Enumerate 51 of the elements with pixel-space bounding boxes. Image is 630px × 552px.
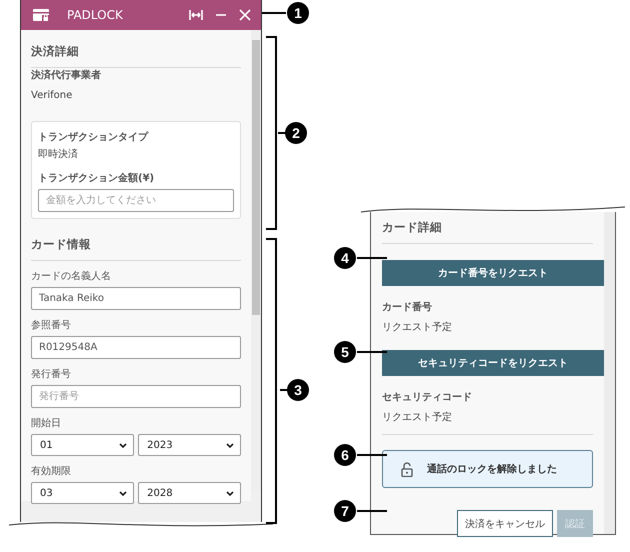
- caret-icon: [119, 442, 128, 448]
- field-label: カード番号: [382, 300, 433, 314]
- caret-icon: [119, 490, 128, 496]
- leader-line: [357, 454, 387, 456]
- section-heading: カード情報: [31, 236, 92, 253]
- leader-line: [357, 510, 387, 512]
- field-label: トランザクションタイプ: [38, 130, 150, 144]
- provider-value: Verifone: [31, 90, 74, 101]
- field-label: 有効期限: [31, 464, 72, 478]
- transaction-type-value: 即時決済: [38, 148, 79, 161]
- amount-field[interactable]: 金額を入力してください: [38, 189, 234, 212]
- wallet-lock-icon: [33, 9, 49, 21]
- leader-line: [357, 351, 387, 353]
- callout-number: 1: [287, 2, 309, 24]
- window-title: PADLOCK: [67, 8, 123, 22]
- caret-icon: [226, 442, 234, 448]
- leader-line: [262, 12, 286, 14]
- status-value: リクエスト予定: [382, 410, 453, 424]
- year-select[interactable]: 2028: [138, 482, 242, 504]
- month-select[interactable]: 01: [31, 434, 134, 456]
- callout-number: 2: [285, 122, 307, 144]
- action-button[interactable]: 決済をキャンセル: [457, 510, 553, 537]
- unlocked-padlock-icon: [401, 462, 413, 476]
- section-heading: カード詳細: [382, 219, 443, 236]
- callout-number: 7: [334, 500, 356, 522]
- expand-width-icon[interactable]: [189, 9, 203, 21]
- callout-number: 6: [334, 444, 356, 466]
- callout-number: 3: [287, 379, 309, 401]
- scrollbar-thumb[interactable]: [252, 40, 260, 315]
- text-field[interactable]: Tanaka Reiko: [31, 287, 242, 310]
- year-select[interactable]: 2023: [138, 434, 242, 456]
- close-icon[interactable]: [239, 9, 251, 21]
- leader-line: [357, 257, 387, 259]
- callout-number: 4: [334, 247, 356, 269]
- section-heading: 決済詳細: [31, 43, 80, 60]
- month-select[interactable]: 03: [31, 482, 134, 504]
- field-label: カードの名義人名: [31, 270, 112, 283]
- text-field[interactable]: R0129548A: [31, 336, 242, 359]
- request-button[interactable]: カード番号をリクエスト: [382, 260, 604, 286]
- text-field[interactable]: 発行番号: [31, 385, 242, 408]
- field-label: 参照番号: [31, 318, 72, 332]
- field-label: 開始日: [31, 417, 62, 430]
- status-value: リクエスト予定: [382, 320, 453, 334]
- field-label: セキュリティコード: [382, 391, 473, 404]
- callout-number: 5: [334, 341, 356, 363]
- field-label: 発行番号: [31, 368, 72, 381]
- caret-icon: [226, 490, 234, 496]
- field-label: トランザクション金額(¥): [38, 172, 156, 185]
- field-label: 決済代行事業者: [31, 68, 102, 82]
- request-button[interactable]: セキュリティコードをリクエスト: [382, 350, 604, 376]
- status-message: 通話のロックを解除しました: [427, 462, 557, 476]
